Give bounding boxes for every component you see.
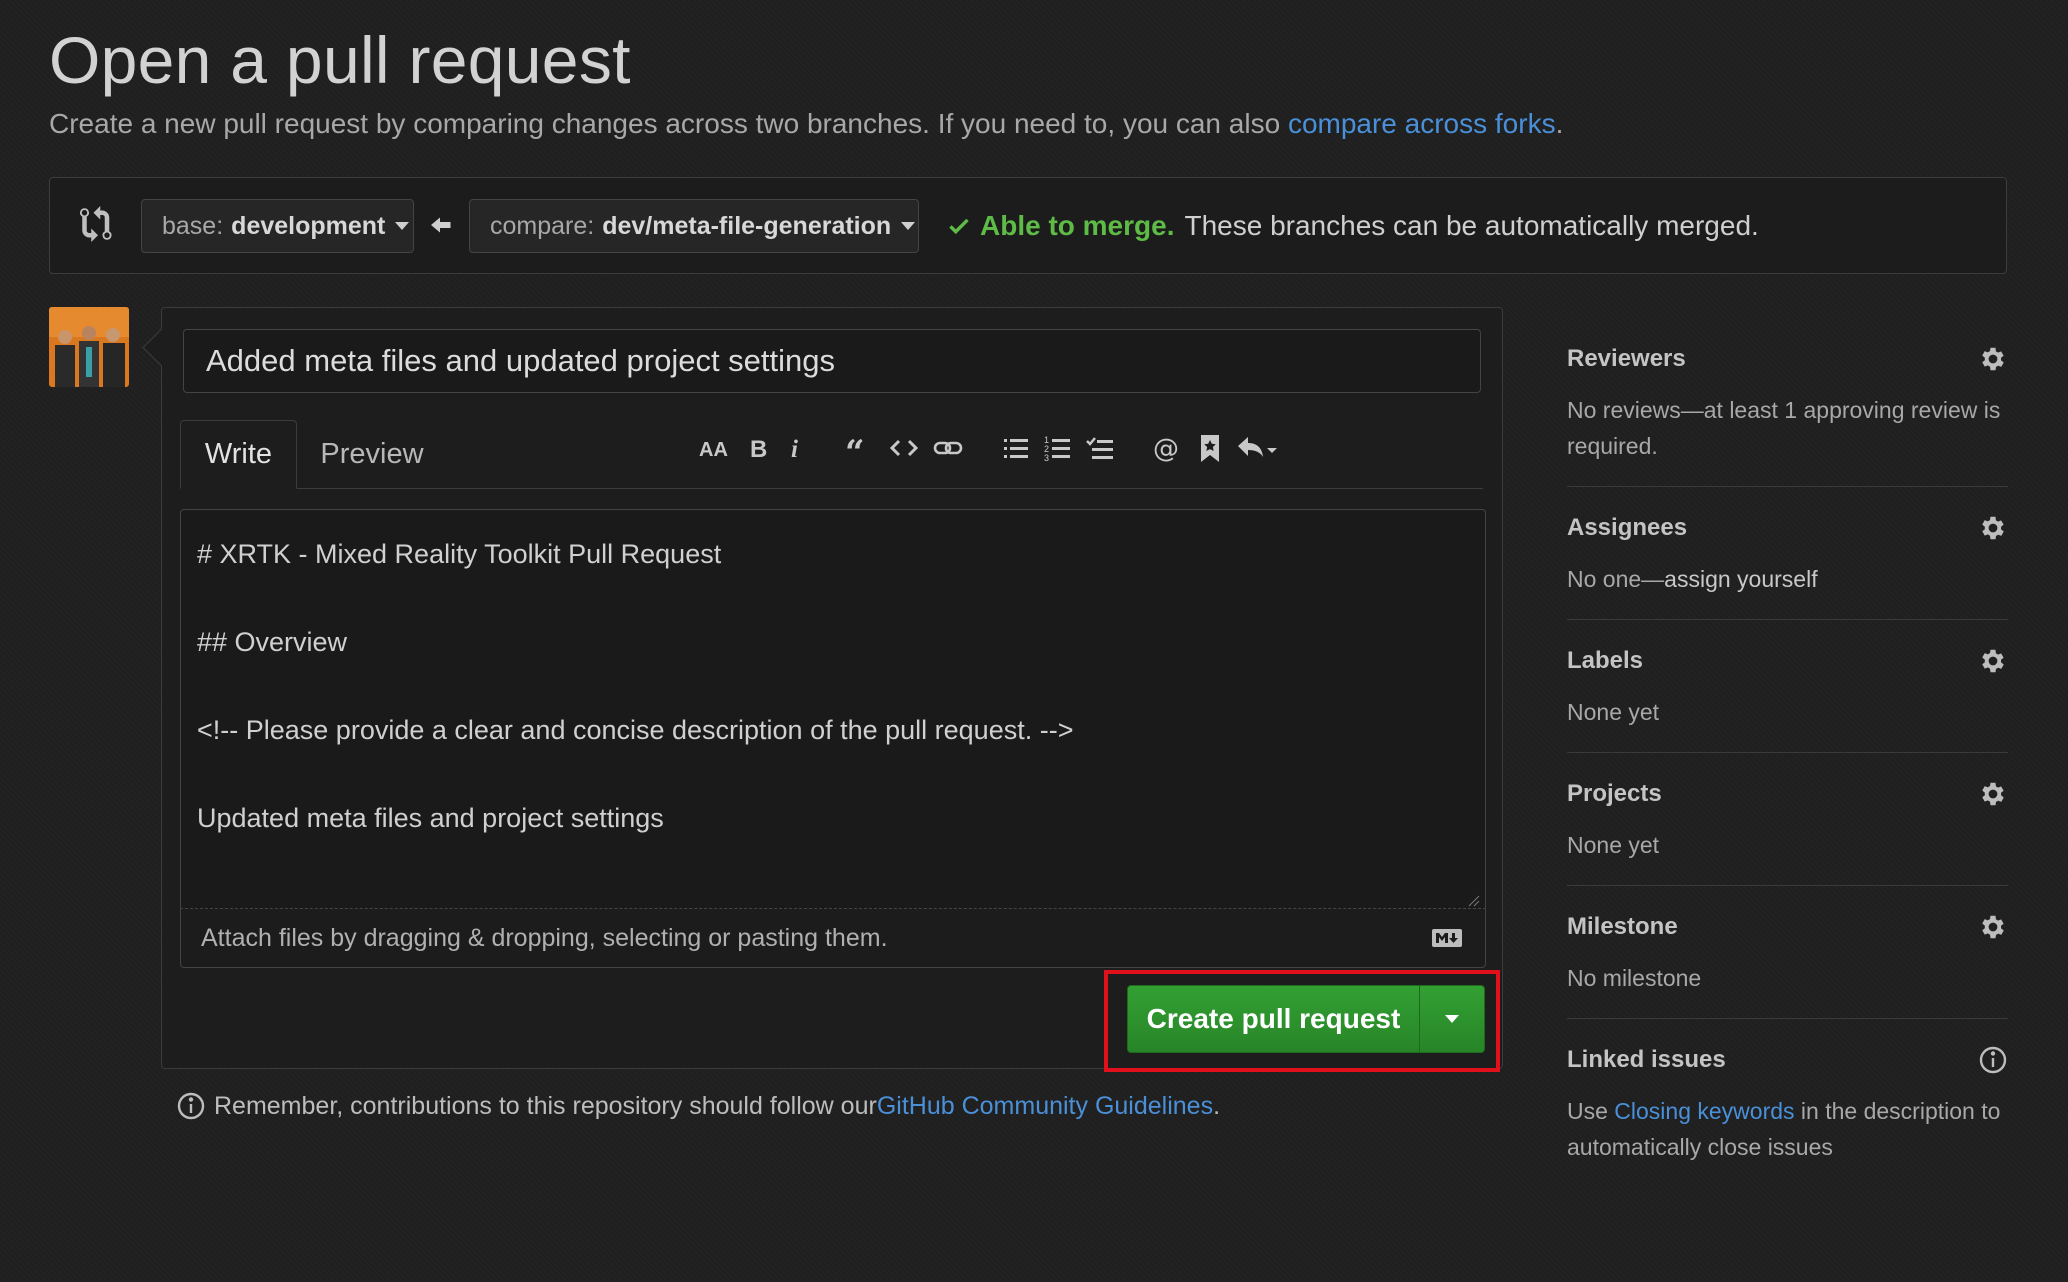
compare-branch-selector[interactable]: compare: dev/meta-file-generation xyxy=(469,199,919,253)
check-icon xyxy=(949,218,969,235)
comment-pointer xyxy=(142,328,181,367)
pr-body-textarea[interactable]: # XRTK - Mixed Reality Toolkit Pull Requ… xyxy=(180,509,1486,909)
projects-body: None yet xyxy=(1567,832,1660,858)
linked-issues-title: Linked issues xyxy=(1567,1046,1726,1073)
info-icon[interactable] xyxy=(1978,1045,2008,1075)
resize-handle-icon[interactable] xyxy=(1468,895,1480,907)
labels-body: None yet xyxy=(1567,699,1660,725)
create-options-dropdown[interactable] xyxy=(1420,986,1484,1052)
linked-issues-header: Linked issues xyxy=(1567,1045,2008,1075)
chevron-down-icon xyxy=(1445,1015,1459,1023)
assignees-body: No one—assign yourself xyxy=(1567,561,2008,597)
milestone-header[interactable]: Milestone xyxy=(1567,912,2008,942)
guidelines-end: . xyxy=(1213,1091,1221,1120)
linked-issues-body: Use Closing keywords in the description … xyxy=(1567,1093,2008,1165)
info-icon xyxy=(177,1092,205,1120)
editor-tabs: Write Preview xyxy=(180,420,1483,489)
assignees-section: Assignees No one—assign yourself xyxy=(1567,513,2008,620)
mention-icon[interactable]: @ xyxy=(1147,428,1187,468)
merge-status: Able to merge. These branches can be aut… xyxy=(946,210,1759,242)
labels-section: Labels None yet xyxy=(1567,646,2008,753)
git-compare-icon xyxy=(80,206,112,242)
base-prefix: base: xyxy=(162,211,224,240)
page-title: Open a pull request xyxy=(49,23,631,97)
labels-header[interactable]: Labels xyxy=(1567,646,2008,676)
labels-title: Labels xyxy=(1567,647,1644,674)
svg-text:“: “ xyxy=(845,433,865,464)
task-list-icon[interactable] xyxy=(1080,428,1120,468)
compare-branch-name: dev/meta-file-generation xyxy=(602,211,892,240)
base-branch-selector[interactable]: base: development xyxy=(141,199,414,253)
ordered-list-icon[interactable]: 123 xyxy=(1038,428,1078,468)
community-guidelines-note: Remember, contributions to this reposito… xyxy=(176,1091,1220,1121)
guidelines-text: Remember, contributions to this reposito… xyxy=(214,1091,877,1120)
bold-icon[interactable]: B xyxy=(738,428,778,468)
attach-files-bar[interactable]: Attach files by dragging & dropping, sel… xyxy=(180,908,1486,968)
unordered-list-icon[interactable] xyxy=(996,428,1036,468)
assignees-prefix: No one— xyxy=(1567,566,1665,592)
svg-text:AA: AA xyxy=(699,439,728,461)
link-icon[interactable] xyxy=(928,428,968,468)
chevron-down-icon xyxy=(901,222,916,230)
avatar[interactable] xyxy=(49,307,129,387)
gear-icon[interactable] xyxy=(1978,344,2008,374)
create-pull-request-button[interactable]: Create pull request xyxy=(1128,986,1420,1052)
svg-text:i: i xyxy=(791,436,798,463)
text-size-icon[interactable]: AA xyxy=(694,428,734,468)
gear-icon[interactable] xyxy=(1978,646,2008,676)
linked-issues-section: Linked issues Use Closing keywords in th… xyxy=(1567,1045,2008,1187)
gear-icon[interactable] xyxy=(1978,779,2008,809)
subtitle-end: . xyxy=(1555,108,1564,139)
gear-icon[interactable] xyxy=(1978,912,2008,942)
projects-title: Projects xyxy=(1567,780,1662,807)
branch-compare-bar: base: development compare: dev/meta-file-g… xyxy=(49,177,2007,274)
pull-request-form: Write Preview AA B i “ 123 @ # XRTK - Mi… xyxy=(142,307,1503,1069)
attach-files-text: Attach files by dragging & dropping, sel… xyxy=(201,923,888,952)
reviewers-section: Reviewers No reviews—at least 1 approvin… xyxy=(1567,344,2008,487)
assignees-header[interactable]: Assignees xyxy=(1567,513,2008,543)
community-guidelines-link[interactable]: GitHub Community Guidelines xyxy=(877,1092,1213,1121)
saved-reply-icon[interactable] xyxy=(1190,428,1230,468)
chevron-down-icon xyxy=(395,222,410,230)
projects-section: Projects None yet xyxy=(1567,779,2008,886)
pr-title-input[interactable] xyxy=(183,329,1481,393)
reviewers-header[interactable]: Reviewers xyxy=(1567,344,2008,374)
merge-ok-label: Able to merge. xyxy=(980,210,1175,241)
create-pull-request-button-group: Create pull request xyxy=(1127,985,1485,1053)
svg-text:@: @ xyxy=(1153,434,1179,464)
reviewers-title: Reviewers xyxy=(1567,345,1686,372)
milestone-body: No milestone xyxy=(1567,965,1702,991)
tab-preview[interactable]: Preview xyxy=(297,420,447,489)
compare-prefix: compare: xyxy=(490,211,595,240)
compare-across-forks-link[interactable]: compare across forks xyxy=(1288,108,1556,139)
milestone-section: Milestone No milestone xyxy=(1567,912,2008,1019)
base-branch-name: development xyxy=(231,211,386,240)
milestone-title: Milestone xyxy=(1567,913,1678,940)
italic-icon[interactable]: i xyxy=(776,428,816,468)
svg-text:3: 3 xyxy=(1044,453,1049,463)
assign-yourself-link[interactable]: assign yourself xyxy=(1664,566,1817,592)
svg-text:B: B xyxy=(750,436,767,463)
quote-icon[interactable]: “ xyxy=(838,428,878,468)
closing-keywords-link[interactable]: Closing keywords xyxy=(1614,1098,1794,1124)
assignees-title: Assignees xyxy=(1567,514,1688,541)
arrow-left-icon xyxy=(431,217,451,233)
reviewers-body: No reviews—at least 1 approving review i… xyxy=(1567,397,2001,459)
page-subtitle: Create a new pull request by comparing c… xyxy=(49,108,1563,140)
code-icon[interactable] xyxy=(884,428,924,468)
merge-status-text: These branches can be automatically merg… xyxy=(1184,210,1759,241)
tab-write[interactable]: Write xyxy=(180,420,297,489)
subtitle-text: Create a new pull request by comparing c… xyxy=(49,108,1288,139)
reply-icon[interactable] xyxy=(1230,428,1284,468)
pr-sidebar: Reviewers No reviews—at least 1 approvin… xyxy=(1567,330,2008,1213)
projects-header[interactable]: Projects xyxy=(1567,779,2008,809)
markdown-icon[interactable] xyxy=(1431,927,1463,949)
gear-icon[interactable] xyxy=(1978,513,2008,543)
linked-prefix: Use xyxy=(1567,1098,1615,1124)
